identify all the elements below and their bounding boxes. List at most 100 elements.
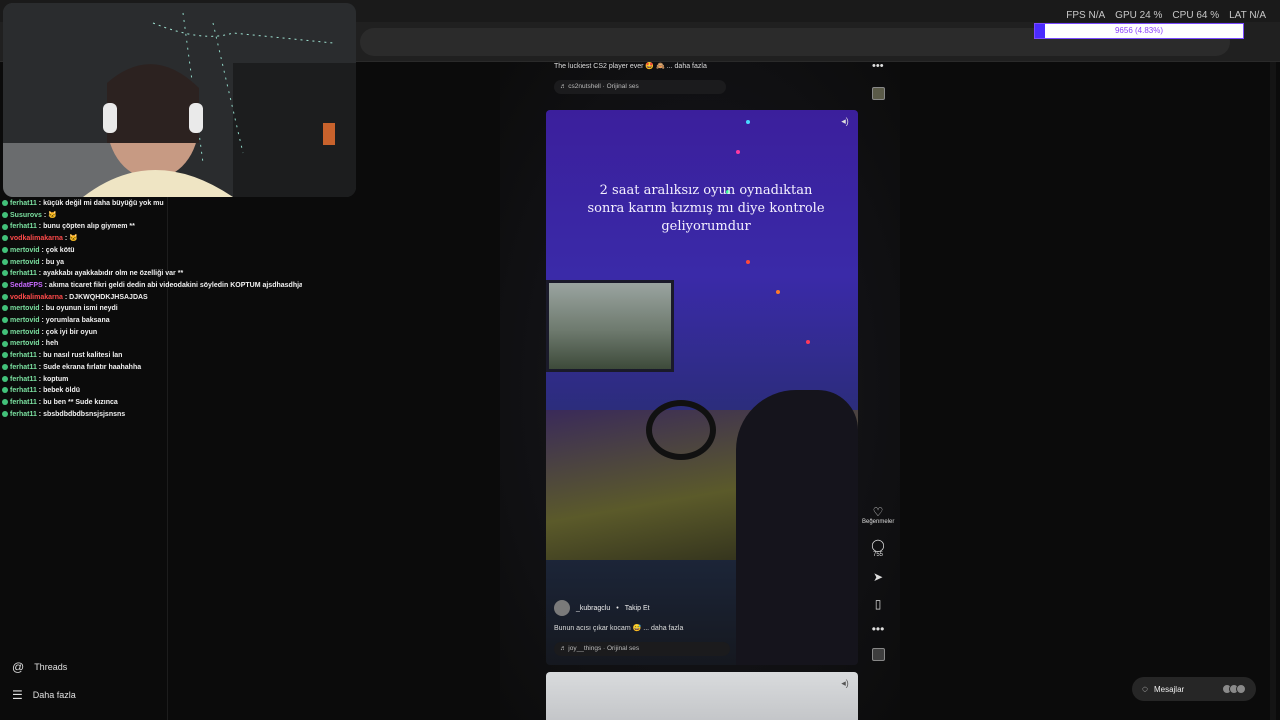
heart-icon: ♡ bbox=[872, 505, 884, 519]
badge-icon bbox=[2, 246, 8, 253]
gpu-label: GPU bbox=[1115, 10, 1137, 21]
sidebar-item-label: Threads bbox=[34, 662, 68, 672]
chat-message: ferhat11 : sbsbdbdbdbsnsjsjsnsns bbox=[2, 409, 302, 421]
chat-username: ferhat11 bbox=[10, 270, 37, 278]
video-wheel bbox=[646, 400, 716, 460]
chat-text: akıma ticaret fikri geldi dedin abi vide… bbox=[48, 281, 302, 289]
chat-text: DJKWQHDKJHSAJDAS bbox=[69, 293, 148, 301]
sidebar-bottom: @ Threads ☰ Daha fazla bbox=[0, 650, 167, 720]
post-music[interactable]: ♬ joy__things · Orijinal ses bbox=[554, 642, 730, 656]
chat-username: ferhat11 bbox=[10, 352, 37, 360]
fps-value: N/A bbox=[1088, 10, 1106, 21]
chat-username: ferhat11 bbox=[10, 387, 37, 395]
previous-post-music[interactable]: ♬ cs2nutshell · Orijinal ses bbox=[554, 80, 726, 94]
chat-username: mertovid bbox=[10, 328, 40, 336]
chat-overlay: ferhat11 : küçük değil mi daha büyüğü yo… bbox=[2, 198, 302, 420]
audio-thumbnail-icon[interactable] bbox=[872, 87, 885, 100]
sidebar-item-threads[interactable]: @ Threads bbox=[12, 660, 67, 674]
chat-text: ayakkabı ayakkabıdır olm ne özelliği var… bbox=[43, 270, 184, 278]
chat-username: mertovid bbox=[10, 246, 40, 254]
chat-message: ferhat11 : bu nasıl rust kalitesi lan bbox=[2, 350, 302, 362]
chat-message: ferhat11 : Sude ekrana fırlatır haahahha bbox=[2, 362, 302, 374]
chat-text: küçük değil mi daha büyüğü yok mu bbox=[43, 200, 164, 207]
lat-stat: LAT N/A bbox=[1229, 10, 1266, 21]
led-light bbox=[806, 340, 810, 344]
like-button[interactable]: ♡ Beğenmeler bbox=[862, 505, 894, 525]
video-monitor bbox=[546, 280, 674, 372]
more-button[interactable]: ••• bbox=[862, 622, 894, 636]
chat-username: mertovid bbox=[10, 305, 40, 313]
chat-username: ferhat11 bbox=[10, 363, 37, 371]
performance-overlay: FPS N/A GPU 24 % CPU 64 % LAT N/A 9656 (… bbox=[1034, 10, 1274, 56]
badge-icon bbox=[2, 328, 8, 335]
follow-button[interactable]: Takip Et bbox=[625, 605, 650, 612]
webcam-overlay bbox=[3, 3, 356, 197]
chat-text: heh bbox=[45, 340, 59, 348]
badge-icon bbox=[2, 410, 8, 417]
chat-message: Susurovs : 🐱 bbox=[2, 210, 302, 222]
chat-message: ferhat11 : bunu çöpten alıp giymem ** bbox=[2, 221, 302, 233]
chat-message: vodkalimakarna : DJKWQHDKJHSAJDAS bbox=[2, 292, 302, 304]
save-button[interactable]: ▯ bbox=[862, 597, 894, 611]
avatar[interactable] bbox=[554, 600, 570, 616]
chat-message: ferhat11 : bebek öldü bbox=[2, 385, 302, 397]
badge-icon bbox=[2, 305, 8, 312]
badge-icon bbox=[2, 258, 8, 265]
messages-button[interactable]: ◌ Mesajlar bbox=[1132, 677, 1256, 701]
badge-icon bbox=[2, 340, 8, 347]
next-reel-video[interactable]: ◂) bbox=[546, 672, 858, 720]
chat-text: bu ya bbox=[45, 258, 65, 266]
menu-icon: ☰ bbox=[12, 688, 23, 702]
chat-text: bebek öldü bbox=[43, 387, 81, 395]
avatar bbox=[1236, 684, 1246, 694]
chat-text: koptum bbox=[43, 375, 69, 383]
message-avatars bbox=[1222, 684, 1246, 694]
mute-icon[interactable]: ◂) bbox=[838, 116, 852, 130]
perf-bar: 9656 (4.83%) bbox=[1034, 23, 1244, 39]
chat-username: ferhat11 bbox=[10, 223, 37, 231]
chat-message: ferhat11 : küçük değil mi daha büyüğü yo… bbox=[2, 198, 302, 210]
chat-text: Sude ekrana fırlatır haahahha bbox=[43, 363, 142, 371]
cpu-value: 64 % bbox=[1196, 10, 1220, 21]
chat-username: ferhat11 bbox=[10, 375, 37, 383]
badge-icon bbox=[2, 375, 8, 382]
badge-icon bbox=[2, 293, 8, 300]
chat-message: mertovid : yorumlara baksana bbox=[2, 315, 302, 327]
sidebar-item-label: Daha fazla bbox=[32, 690, 76, 700]
fps-label: FPS bbox=[1066, 10, 1086, 21]
scrollbar[interactable] bbox=[1270, 62, 1276, 720]
badge-icon bbox=[2, 282, 8, 289]
messages-label: Mesajlar bbox=[1153, 684, 1185, 694]
chat-message: vodkalimakarna : 🐱 bbox=[2, 233, 302, 245]
chat-text: bunu çöpten alıp giymem ** bbox=[43, 223, 135, 231]
reel-video[interactable]: ◂) 2 saat aralıksız oyun oynadıktan sonr… bbox=[546, 110, 858, 665]
chat-text: bu nasıl rust kalitesi lan bbox=[43, 352, 123, 360]
threads-icon: @ bbox=[12, 660, 25, 674]
led-light bbox=[776, 290, 780, 294]
badge-icon bbox=[2, 270, 8, 277]
chat-message: ferhat11 : koptum bbox=[2, 374, 302, 386]
more-options-icon[interactable]: ••• bbox=[872, 60, 884, 72]
audio-thumbnail-icon[interactable] bbox=[872, 648, 885, 661]
lat-label: LAT bbox=[1229, 10, 1247, 21]
mute-icon[interactable]: ◂) bbox=[838, 678, 852, 692]
chat-username: ferhat11 bbox=[10, 398, 37, 406]
comment-button[interactable]: ◯ 755 bbox=[862, 538, 894, 558]
chat-message: ferhat11 : ayakkabı ayakkabıdır olm ne ö… bbox=[2, 268, 302, 280]
webcam-scene bbox=[3, 3, 356, 197]
led-light bbox=[746, 260, 750, 264]
chat-username: Susurovs bbox=[10, 211, 42, 219]
led-light bbox=[736, 150, 740, 154]
sidebar-item-more[interactable]: ☰ Daha fazla bbox=[12, 688, 76, 702]
post-caption[interactable]: Bunun acısı çıkar kocam 😅 ... daha fazla bbox=[554, 624, 683, 632]
post-author: _kubragclu • Takip Et bbox=[554, 600, 650, 616]
chat-username: vodkalimakarna bbox=[10, 293, 63, 301]
fps-stat: FPS N/A bbox=[1066, 10, 1105, 21]
perf-stats: FPS N/A GPU 24 % CPU 64 % LAT N/A bbox=[1034, 10, 1274, 21]
badge-icon bbox=[2, 211, 8, 218]
separator-dot: • bbox=[616, 604, 619, 612]
share-button[interactable]: ➤ bbox=[862, 570, 894, 584]
previous-post-caption[interactable]: The luckiest CS2 player ever 🤩 🙈 ... dah… bbox=[554, 62, 707, 70]
author-name[interactable]: _kubragclu bbox=[576, 605, 610, 612]
messenger-icon: ◌ bbox=[1142, 683, 1148, 695]
